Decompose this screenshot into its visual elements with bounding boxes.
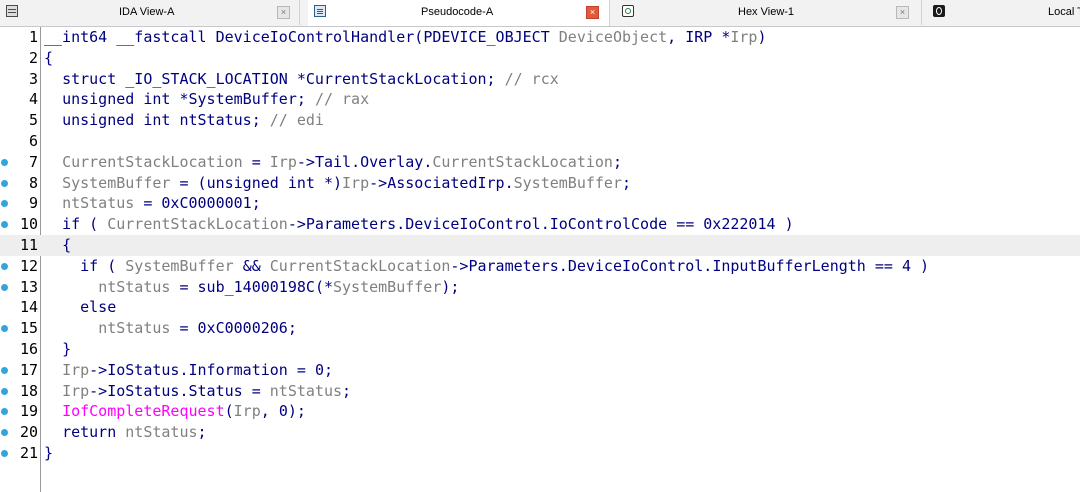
code-text[interactable]: { (44, 48, 53, 69)
line-number: 7 (28, 152, 38, 171)
line-number: 2 (28, 48, 38, 67)
code-line[interactable]: 21} (0, 443, 1080, 464)
breakpoint-dot-icon[interactable] (1, 200, 8, 208)
code-line[interactable]: 6 (0, 131, 1080, 152)
code-text[interactable]: SystemBuffer = (unsigned int *)Irp->Asso… (44, 173, 631, 194)
code-text[interactable]: struct _IO_STACK_LOCATION *CurrentStackL… (44, 69, 559, 90)
line-number: 10 (19, 215, 38, 234)
code-line[interactable]: 2{ (0, 48, 1080, 69)
code-line[interactable]: 16 } (0, 339, 1080, 360)
code-line[interactable]: 18 Irp->IoStatus.Status = ntStatus; (0, 381, 1080, 402)
tab-local-types[interactable]: Local T (928, 0, 1080, 25)
breakpoint-dot-icon[interactable] (1, 408, 8, 416)
code-line[interactable]: 1 __int64 __fastcall DeviceIoControlHandl… (0, 27, 1080, 48)
line-number: 11 (19, 236, 38, 254)
code-text[interactable]: ntStatus = sub_14000198C(*SystemBuffer); (44, 277, 459, 298)
code-line[interactable]: 17 Irp->IoStatus.Information = 0; (0, 360, 1080, 381)
code-text[interactable]: IofCompleteRequest(Irp, 0); (44, 401, 306, 422)
code-line[interactable]: 19 IofCompleteRequest(Irp, 0); (0, 401, 1080, 422)
line-number: 4 (28, 90, 38, 109)
line-number: 9 (28, 194, 38, 213)
breakpoint-dot-icon[interactable] (1, 179, 8, 187)
breakpoint-dot-icon[interactable] (1, 366, 8, 374)
code-line[interactable]: 20 return ntStatus; (0, 422, 1080, 443)
breakpoint-dot-icon[interactable] (1, 325, 8, 333)
line-number: 6 (28, 132, 38, 150)
breakpoint-dot-icon[interactable] (1, 221, 8, 229)
line-number: 3 (28, 69, 38, 88)
line-number: 16 (19, 340, 38, 358)
close-icon[interactable]: × (896, 6, 909, 19)
code-text[interactable]: Irp->IoStatus.Status = ntStatus; (44, 381, 351, 402)
breakpoint-dot-icon[interactable] (1, 387, 8, 395)
code-line[interactable]: 5 unsigned int ntStatus; // edi (0, 110, 1080, 131)
code-text[interactable]: else (44, 297, 116, 318)
breakpoint-dot-icon[interactable] (1, 450, 8, 457)
code-text[interactable]: if ( SystemBuffer && CurrentStackLocatio… (44, 256, 929, 277)
close-icon[interactable]: × (277, 6, 290, 19)
line-number: 8 (28, 173, 38, 192)
disassembly-icon (6, 5, 18, 17)
code-text[interactable]: unsigned int *SystemBuffer; // rax (44, 89, 369, 110)
line-number: 18 (19, 381, 38, 400)
code-text[interactable]: __int64 __fastcall DeviceIoControlHandle… (44, 27, 767, 48)
pseudocode-editor[interactable]: 1 __int64 __fastcall DeviceIoControlHandl… (0, 27, 1080, 492)
code-line[interactable]: 11 { (0, 235, 1080, 256)
code-line[interactable]: 9 ntStatus = 0xC0000001; (0, 193, 1080, 214)
code-line[interactable]: 8 SystemBuffer = (unsigned int *)Irp->As… (0, 173, 1080, 194)
line-number: 19 (19, 402, 38, 421)
code-text[interactable]: Irp->IoStatus.Information = 0; (44, 360, 333, 381)
code-text[interactable]: } (44, 339, 71, 360)
code-text[interactable]: if ( CurrentStackLocation->Parameters.De… (44, 214, 794, 235)
line-number: 20 (19, 423, 38, 442)
line-number: 21 (19, 444, 38, 462)
breakpoint-dot-icon[interactable] (1, 429, 8, 437)
code-text[interactable]: ntStatus = 0xC0000206; (44, 318, 297, 339)
tab-ida-view-a[interactable]: IDA View-A × (0, 0, 300, 25)
local-types-icon (933, 5, 945, 17)
breakpoint-dot-icon[interactable] (1, 283, 8, 291)
hex-view-icon (622, 5, 634, 17)
code-line[interactable]: 3 struct _IO_STACK_LOCATION *CurrentStac… (0, 69, 1080, 90)
breakpoint-dot-icon[interactable] (1, 262, 8, 270)
line-number: 17 (19, 360, 38, 379)
code-line[interactable]: 14 else (0, 297, 1080, 318)
tab-label: Pseudocode-A (421, 6, 494, 18)
code-text[interactable]: } (44, 443, 53, 464)
line-number: 15 (19, 319, 38, 338)
code-text[interactable]: unsigned int ntStatus; // edi (44, 110, 324, 131)
code-line[interactable]: 12 if ( SystemBuffer && CurrentStackLoca… (0, 256, 1080, 277)
code-text[interactable]: { (44, 235, 71, 256)
tab-label: Local T (1048, 6, 1080, 18)
line-number: 14 (19, 298, 38, 317)
line-number: 1 (28, 28, 38, 46)
code-line[interactable]: 13 ntStatus = sub_14000198C(*SystemBuffe… (0, 277, 1080, 298)
code-text[interactable]: return ntStatus; (44, 422, 207, 443)
line-number: 12 (19, 256, 38, 275)
tab-label: Hex View-1 (738, 6, 795, 18)
code-line[interactable]: 10 if ( CurrentStackLocation->Parameters… (0, 214, 1080, 235)
line-number: 13 (19, 277, 38, 296)
line-number: 5 (28, 111, 38, 130)
code-line[interactable]: 15 ntStatus = 0xC0000206; (0, 318, 1080, 339)
tab-hex-view-1[interactable]: Hex View-1 × (617, 0, 922, 25)
tab-pseudocode-a[interactable]: Pseudocode-A × (308, 0, 610, 26)
tab-bar: IDA View-A × Pseudocode-A × Hex View-1 ×… (0, 0, 1080, 27)
code-text[interactable]: ntStatus = 0xC0000001; (44, 193, 261, 214)
code-line[interactable]: 7 CurrentStackLocation = Irp->Tail.Overl… (0, 152, 1080, 173)
pseudocode-icon (314, 5, 326, 17)
tab-label: IDA View-A (119, 6, 175, 18)
close-icon[interactable]: × (586, 6, 599, 19)
breakpoint-dot-icon[interactable] (1, 158, 8, 166)
code-text[interactable]: CurrentStackLocation = Irp->Tail.Overlay… (44, 152, 622, 173)
code-line[interactable]: 4 unsigned int *SystemBuffer; // rax (0, 89, 1080, 110)
